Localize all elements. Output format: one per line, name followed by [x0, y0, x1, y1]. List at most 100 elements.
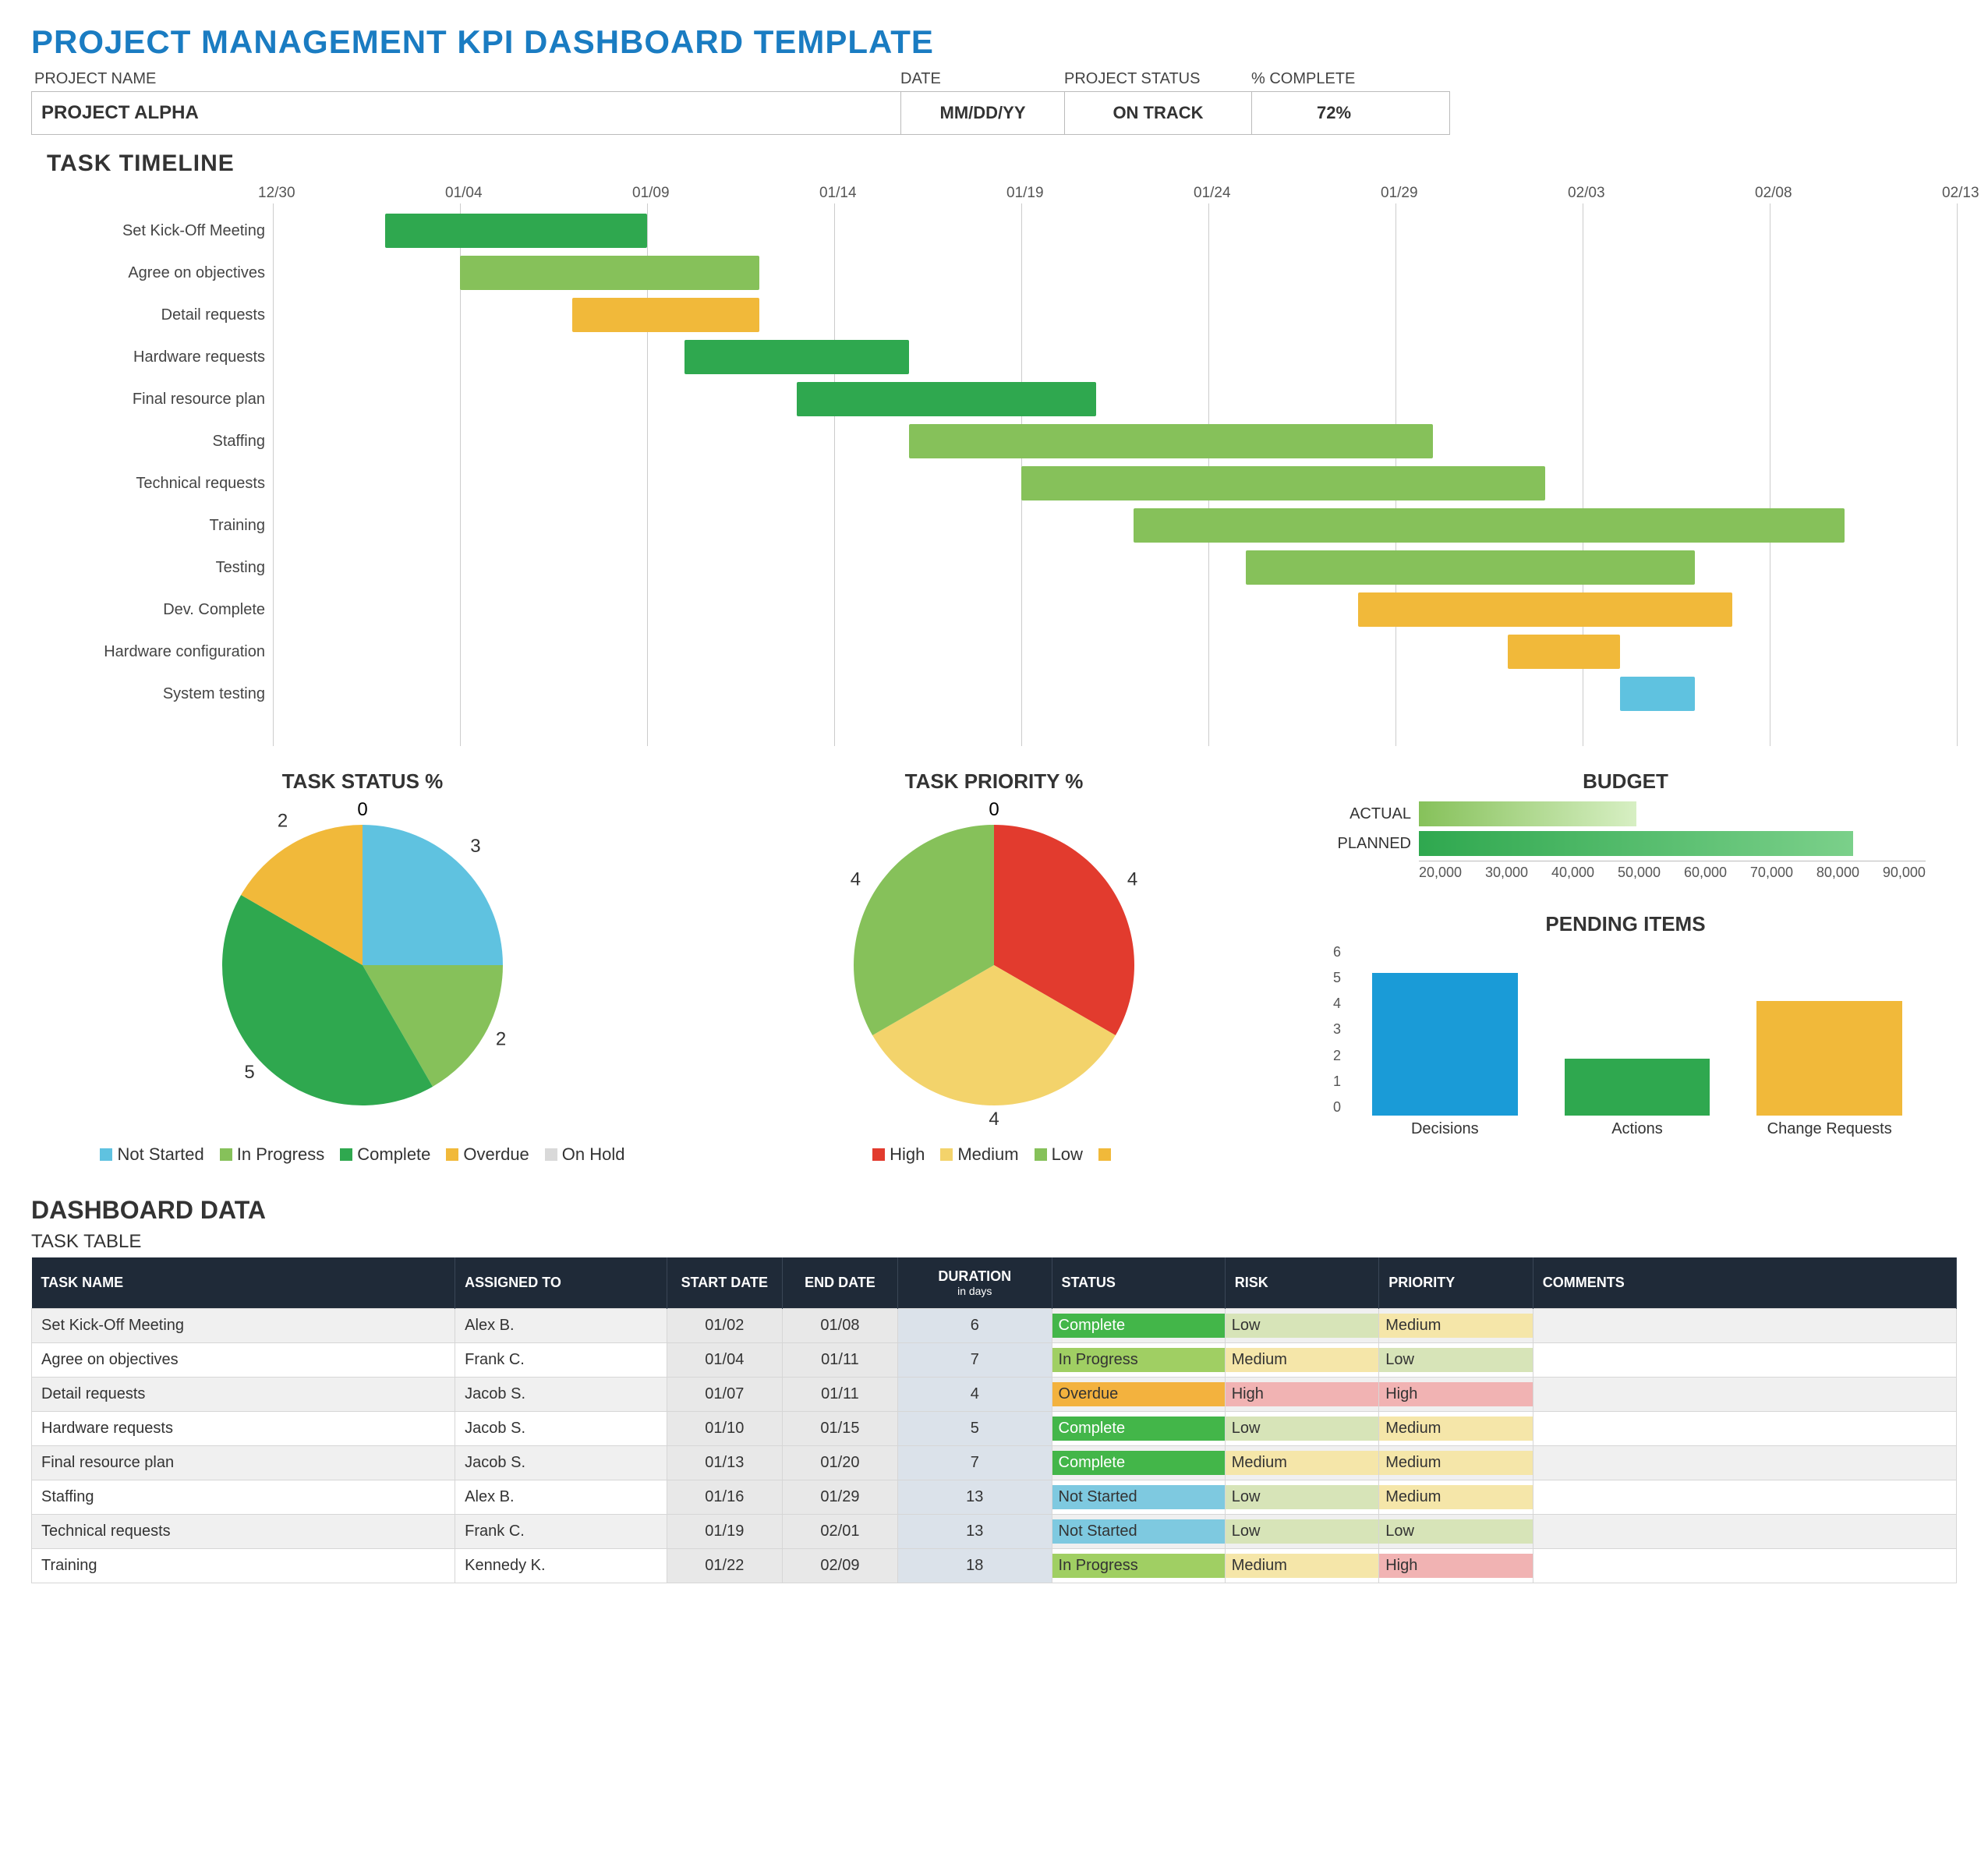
- col-status: STATUS: [1052, 1257, 1225, 1309]
- cell-priority: Low: [1379, 1343, 1533, 1378]
- pie-slice: [363, 825, 503, 965]
- cell-assigned: Kennedy K.: [455, 1549, 667, 1583]
- cell-task: Staffing: [32, 1480, 455, 1515]
- budget-actual-row: ACTUAL: [1325, 801, 1926, 826]
- cell-comments: [1533, 1515, 1956, 1549]
- svg-text:4: 4: [989, 1109, 999, 1129]
- legend-complete: Complete: [357, 1144, 430, 1165]
- gantt-bar: [1508, 635, 1620, 669]
- gantt-bar: [572, 298, 759, 332]
- cell-risk: Low: [1225, 1309, 1379, 1343]
- cell-comments: [1533, 1480, 1956, 1515]
- cell-start: 01/10: [667, 1412, 782, 1446]
- cell-start: 01/16: [667, 1480, 782, 1515]
- legend-high: High: [890, 1144, 925, 1165]
- cell-task: Training: [32, 1549, 455, 1583]
- task-status-pie: 32520: [199, 801, 526, 1129]
- cell-duration: 13: [898, 1480, 1052, 1515]
- gantt-task-label: Hardware requests: [47, 336, 265, 378]
- svg-text:2: 2: [496, 1029, 506, 1050]
- pending-bar: [1756, 1001, 1902, 1116]
- gantt-bar: [1134, 508, 1845, 543]
- cell-priority: Low: [1379, 1515, 1533, 1549]
- project-percent-complete: 72%: [1252, 92, 1416, 134]
- label-date: DATE: [900, 70, 1064, 88]
- cell-assigned: Frank C.: [455, 1343, 667, 1378]
- gantt-task-label: Dev. Complete: [47, 589, 265, 631]
- budget-title: BUDGET: [1325, 769, 1926, 794]
- pending-bar: [1372, 973, 1518, 1116]
- task-priority-title: TASK PRIORITY %: [694, 769, 1294, 794]
- svg-text:3: 3: [470, 836, 480, 857]
- legend-low: Low: [1052, 1144, 1083, 1165]
- legend-overdue: Overdue: [463, 1144, 529, 1165]
- cell-risk: Low: [1225, 1480, 1379, 1515]
- col-assigned: ASSIGNED TO: [455, 1257, 667, 1309]
- gantt-bar: [385, 214, 647, 248]
- pending-chart: [1349, 944, 1926, 1116]
- col-duration: DURATIONin days: [898, 1257, 1052, 1309]
- meta-value-row: PROJECT ALPHA MM/DD/YY ON TRACK 72%: [31, 91, 1450, 135]
- cell-status: Not Started: [1052, 1480, 1225, 1515]
- project-status: ON TRACK: [1065, 92, 1252, 134]
- cell-comments: [1533, 1378, 1956, 1412]
- table-row: Set Kick-Off MeetingAlex B.01/0201/086Co…: [32, 1309, 1957, 1343]
- legend-medium: Medium: [957, 1144, 1018, 1165]
- task-priority-pie: 4440: [830, 801, 1158, 1129]
- cell-status: Complete: [1052, 1412, 1225, 1446]
- gantt-task-label: Detail requests: [47, 294, 265, 336]
- cell-status: In Progress: [1052, 1343, 1225, 1378]
- gantt-task-label: Technical requests: [47, 462, 265, 504]
- table-row: Technical requestsFrank C.01/1902/0113No…: [32, 1515, 1957, 1549]
- meta-header-row: PROJECT NAME DATE PROJECT STATUS % COMPL…: [31, 70, 1957, 88]
- dashboard-data-title: DASHBOARD DATA: [31, 1196, 1957, 1225]
- cell-end: 01/08: [782, 1309, 897, 1343]
- svg-text:0: 0: [357, 801, 367, 820]
- cell-status: Complete: [1052, 1309, 1225, 1343]
- table-row: StaffingAlex B.01/1601/2913Not StartedLo…: [32, 1480, 1957, 1515]
- cell-status: Complete: [1052, 1446, 1225, 1480]
- task-priority-legend: High Medium Low: [694, 1144, 1294, 1165]
- cell-risk: Medium: [1225, 1549, 1379, 1583]
- gantt-bar: [684, 340, 909, 374]
- cell-comments: [1533, 1549, 1956, 1583]
- cell-end: 01/15: [782, 1412, 897, 1446]
- cell-end: 01/20: [782, 1446, 897, 1480]
- cell-priority: Medium: [1379, 1309, 1533, 1343]
- budget-actual-bar: [1419, 801, 1636, 826]
- section-timeline-title: TASK TIMELINE: [47, 150, 1957, 177]
- svg-text:0: 0: [989, 801, 999, 820]
- gantt-bar: [1620, 677, 1695, 711]
- cell-comments: [1533, 1446, 1956, 1480]
- cell-end: 01/11: [782, 1378, 897, 1412]
- budget-planned-row: PLANNED: [1325, 831, 1926, 856]
- legend-on-hold: On Hold: [562, 1144, 625, 1165]
- cell-start: 01/07: [667, 1378, 782, 1412]
- col-start: START DATE: [667, 1257, 782, 1309]
- gantt-task-label: Final resource plan: [47, 378, 265, 420]
- cell-duration: 18: [898, 1549, 1052, 1583]
- pending-labels: DecisionsActionsChange Requests: [1349, 1120, 1926, 1138]
- cell-task: Set Kick-Off Meeting: [32, 1309, 455, 1343]
- gantt-bar: [1246, 550, 1695, 585]
- cell-priority: Medium: [1379, 1480, 1533, 1515]
- table-row: Detail requestsJacob S.01/0701/114Overdu…: [32, 1378, 1957, 1412]
- task-status-legend: Not Started In Progress Complete Overdue…: [62, 1144, 663, 1165]
- cell-comments: [1533, 1343, 1956, 1378]
- cell-task: Final resource plan: [32, 1446, 455, 1480]
- pending-bar: [1565, 1059, 1710, 1116]
- cell-assigned: Jacob S.: [455, 1378, 667, 1412]
- cell-risk: Medium: [1225, 1446, 1379, 1480]
- cell-duration: 13: [898, 1515, 1052, 1549]
- cell-assigned: Jacob S.: [455, 1412, 667, 1446]
- cell-start: 01/13: [667, 1446, 782, 1480]
- cell-end: 01/29: [782, 1480, 897, 1515]
- svg-text:4: 4: [851, 869, 861, 890]
- col-risk: RISK: [1225, 1257, 1379, 1309]
- cell-risk: Low: [1225, 1412, 1379, 1446]
- budget-planned-bar: [1419, 831, 1853, 856]
- cell-start: 01/02: [667, 1309, 782, 1343]
- task-status-panel: TASK STATUS % 32520 Not Started In Progr…: [62, 769, 663, 1165]
- right-panel: BUDGET ACTUAL PLANNED 20,00030,00040,000…: [1325, 769, 1926, 1165]
- project-date: MM/DD/YY: [901, 92, 1065, 134]
